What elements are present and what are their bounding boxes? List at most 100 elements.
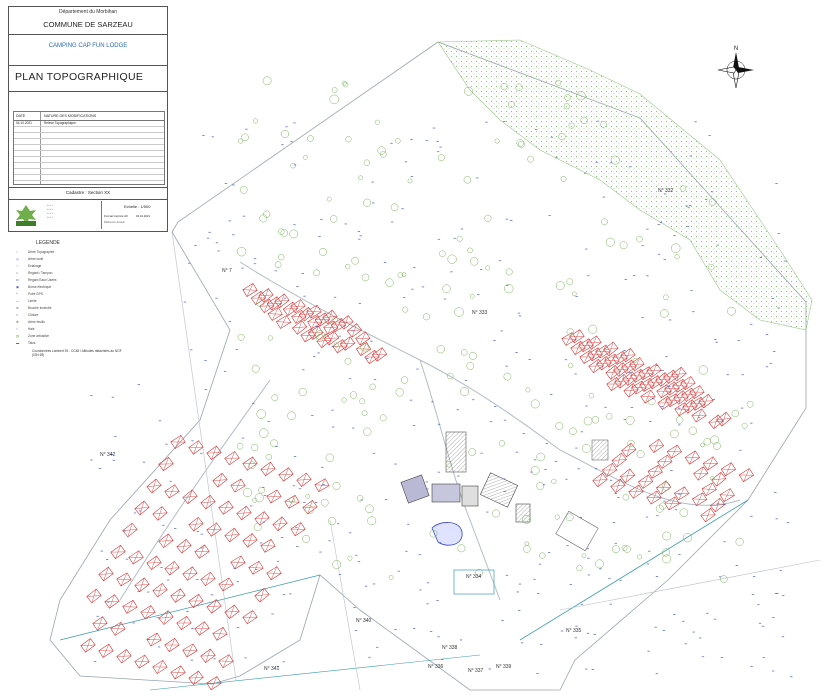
survey-point <box>224 183 228 184</box>
survey-point <box>518 315 522 317</box>
survey-point <box>271 613 274 615</box>
survey-point <box>313 356 316 357</box>
survey-point <box>612 522 616 523</box>
survey-point <box>107 601 110 603</box>
survey-point <box>740 407 744 409</box>
survey-point <box>418 554 421 556</box>
survey-point <box>228 320 232 322</box>
survey-point <box>438 542 442 543</box>
survey-point <box>485 121 488 123</box>
survey-point <box>544 469 547 470</box>
survey-point <box>706 612 709 614</box>
survey-point <box>242 215 246 217</box>
survey-point <box>262 487 265 488</box>
survey-point <box>494 406 497 407</box>
survey-point <box>772 670 775 672</box>
survey-point <box>633 275 636 276</box>
survey-point <box>429 631 433 632</box>
survey-point <box>301 273 304 274</box>
legend-symbol-icon: □ <box>16 271 18 275</box>
legend-symbol-icon: ☼ <box>16 264 19 268</box>
survey-point <box>432 127 436 129</box>
building <box>591 439 609 461</box>
survey-point <box>690 290 693 291</box>
survey-point <box>194 245 197 246</box>
survey-point <box>281 144 284 146</box>
survey-point <box>550 394 553 395</box>
survey-point <box>357 231 361 232</box>
survey-point <box>322 484 325 485</box>
cadastre-label: Cadastre : Section XX <box>65 190 111 195</box>
survey-point <box>320 219 323 220</box>
survey-point <box>694 121 697 123</box>
survey-point <box>646 228 649 230</box>
survey-point <box>697 417 701 419</box>
survey-point <box>542 484 546 486</box>
building <box>431 483 461 503</box>
survey-point <box>773 351 776 352</box>
survey-point <box>705 199 708 200</box>
survey-point <box>759 257 762 258</box>
survey-point <box>503 121 506 122</box>
survey-point <box>376 646 379 648</box>
survey-point <box>413 628 416 629</box>
north-arrow-icon: N <box>717 46 754 89</box>
survey-point <box>191 440 194 442</box>
survey-point <box>213 658 216 660</box>
survey-point <box>608 577 611 579</box>
survey-point <box>202 135 205 136</box>
parcel-label: N° 340 <box>356 618 372 624</box>
survey-point <box>593 634 596 635</box>
survey-point <box>436 151 440 153</box>
survey-point <box>752 576 756 577</box>
survey-point <box>412 425 416 426</box>
tree-icon <box>331 87 338 94</box>
survey-point <box>647 650 650 652</box>
survey-point <box>196 579 199 580</box>
legend-item: + Point GPS <box>16 292 43 298</box>
surveyor-logo <box>16 205 36 226</box>
survey-point <box>245 128 248 130</box>
survey-point <box>296 546 299 547</box>
survey-point <box>477 294 480 295</box>
survey-point <box>584 172 587 174</box>
survey-point <box>267 421 270 422</box>
legend: LEGENDE ○ Arbre Topographié ◎ Arbre isolé ☼ E… <box>14 236 124 366</box>
legend-item-label: Haie <box>28 327 35 331</box>
survey-point <box>472 399 475 401</box>
survey-point <box>321 466 324 468</box>
survey-point <box>373 379 377 380</box>
survey-point <box>290 141 293 143</box>
survey-point <box>715 341 718 343</box>
survey-point <box>236 627 240 628</box>
survey-point <box>368 656 371 658</box>
survey-point <box>609 479 613 481</box>
survey-point <box>711 191 714 193</box>
parcel-label: N° 334 <box>466 574 482 580</box>
survey-point <box>750 666 753 667</box>
survey-point <box>211 136 214 138</box>
survey-point <box>503 491 506 492</box>
survey-point <box>285 126 288 128</box>
logo-caption: ▪ ▪ ▪ ▪ ▪ ▪ ▪ ▪ ▪ ▪ ▪ ▪ ▪ ▪ ▪ ▪ <box>47 204 53 219</box>
divider <box>9 91 167 92</box>
survey-point <box>276 560 280 562</box>
survey-point <box>649 421 652 422</box>
survey-point <box>580 431 584 433</box>
survey-point <box>586 548 590 550</box>
scale-label: Echelle : 1/500 <box>124 204 151 209</box>
survey-point <box>750 422 753 424</box>
legend-item-label: Regard Eaux Usées <box>28 278 57 282</box>
row-date: 04.10.2021 <box>16 121 32 125</box>
survey-point <box>476 177 479 179</box>
survey-point <box>614 542 617 544</box>
survey-point <box>723 504 726 505</box>
legend-item-label: Limite <box>28 299 37 303</box>
survey-point <box>692 311 695 313</box>
survey-point <box>352 427 355 429</box>
survey-point <box>486 511 489 513</box>
survey-point <box>533 459 537 461</box>
survey-point <box>137 384 140 385</box>
survey-point <box>188 262 191 264</box>
survey-point <box>232 234 235 236</box>
